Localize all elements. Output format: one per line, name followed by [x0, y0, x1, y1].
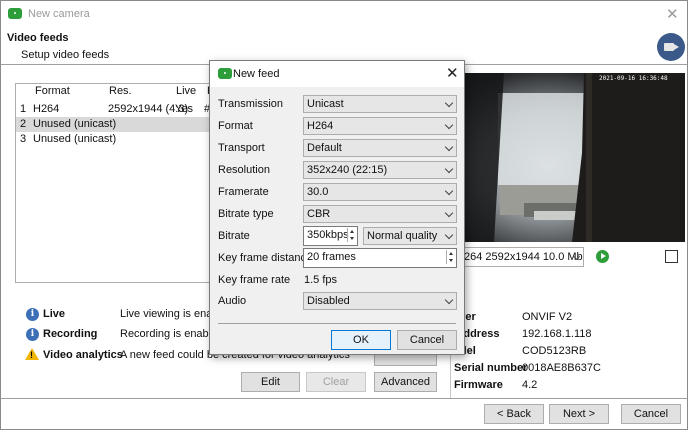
transmission-label: Transmission	[218, 98, 283, 110]
keyframe-distance-spinbox[interactable]: 20 frames	[303, 248, 457, 268]
framerate-label: Framerate	[218, 186, 269, 198]
chevron-down-icon	[444, 186, 454, 196]
keyframe-rate-value: 1.5 fps	[304, 274, 338, 286]
page-subtitle: Setup video feeds	[21, 49, 110, 61]
dialog-cancel-button[interactable]: Cancel	[397, 330, 457, 350]
audio-value: Disabled	[307, 295, 350, 307]
transport-select[interactable]: Default	[303, 139, 457, 157]
prop-value-firmware: 4.2	[522, 379, 538, 391]
status-live-label: Live	[43, 308, 66, 320]
cancel-button[interactable]: Cancel	[621, 404, 681, 424]
divider	[218, 323, 456, 324]
prop-value-model: COD5123RB	[522, 345, 587, 357]
keyframe-distance-label: Key frame distance	[218, 252, 313, 264]
column-header-format[interactable]: Format	[35, 85, 70, 97]
window-title: New camera	[28, 8, 90, 20]
bitrate-quality-select[interactable]: Normal quality	[363, 227, 457, 245]
new-feed-dialog: New feed ✕ Transmission Unicast Format H…	[209, 60, 465, 355]
chevron-down-icon	[444, 230, 454, 240]
next-button[interactable]: Next >	[549, 404, 609, 424]
preview-timestamp: 2021-09-16 16:36:48	[599, 75, 668, 82]
transmission-value: Unicast	[307, 98, 344, 110]
status-recording-text: Recording is enabled	[120, 328, 224, 340]
keyframe-rate-label: Key frame rate	[218, 274, 291, 286]
ok-button[interactable]: OK	[331, 330, 391, 350]
row-index: 2	[20, 118, 27, 130]
audio-select[interactable]: Disabled	[303, 292, 457, 310]
divider	[1, 398, 687, 399]
bitrate-quality-value: Normal quality	[367, 230, 438, 242]
fullscreen-icon[interactable]	[665, 250, 678, 263]
prop-label-firmware: Firmware	[454, 379, 503, 391]
close-icon[interactable]: ✕	[666, 5, 679, 23]
app-logo-icon	[218, 68, 232, 79]
column-header-live[interactable]: Live	[176, 85, 196, 97]
transport-value: Default	[307, 142, 342, 154]
bitrate-type-label: Bitrate type	[218, 208, 274, 220]
row-format: H264	[33, 103, 60, 115]
bitrate-type-select[interactable]: CBR	[303, 205, 457, 223]
transport-label: Transport	[218, 142, 265, 154]
close-icon[interactable]: ✕	[446, 64, 459, 82]
bitrate-label: Bitrate	[218, 230, 250, 242]
stream-dropdown[interactable]: 264 2592x1944 10.0 Mbps	[455, 247, 584, 267]
row-format: Unused (unicast)	[33, 118, 117, 130]
title-bar: New camera ✕	[1, 1, 687, 27]
row-format: Unused (unicast)	[33, 133, 117, 145]
resolution-select[interactable]: 352x240 (22:15)	[303, 161, 457, 179]
spinner-arrows-icon[interactable]	[446, 250, 455, 264]
framerate-value: 30.0	[307, 186, 329, 198]
bitrate-spinbox[interactable]: 350kbps	[303, 226, 358, 246]
camera-preview: 2021-09-16 16:36:48	[464, 73, 685, 242]
camera-icon	[657, 33, 685, 61]
warning-icon: !	[25, 348, 39, 360]
dialog-title: New feed	[233, 68, 280, 80]
clear-button[interactable]: Clear	[306, 372, 366, 392]
chevron-down-icon	[444, 120, 454, 130]
keyframe-distance-value: 20 frames	[307, 251, 356, 263]
chevron-down-icon	[444, 208, 454, 218]
chevron-down-icon	[444, 164, 454, 174]
framerate-select[interactable]: 30.0	[303, 183, 457, 201]
advanced-button[interactable]: Advanced	[374, 372, 437, 392]
status-analytics-label: Video analytics	[43, 349, 123, 361]
chevron-down-icon	[444, 295, 454, 305]
stream-value: 264 2592x1944 10.0 Mbps	[464, 251, 584, 263]
row-live: Yes	[175, 103, 193, 115]
row-index: 3	[20, 133, 27, 145]
dialog-title-bar: New feed ✕	[210, 61, 464, 87]
edit-button[interactable]: Edit	[241, 372, 300, 392]
resolution-label: Resolution	[218, 164, 270, 176]
bitrate-value: 350kbps	[307, 229, 349, 241]
info-icon: i	[26, 308, 39, 321]
status-recording-label: Recording	[43, 328, 98, 340]
prop-value-serial: 0018AE8B637C	[522, 362, 601, 374]
prop-value-driver: ONVIF V2	[522, 311, 573, 323]
chevron-down-icon	[444, 98, 454, 108]
play-icon[interactable]	[596, 250, 609, 263]
row-index: 1	[20, 103, 27, 115]
spinner-arrows-icon[interactable]	[347, 228, 356, 242]
column-header-res[interactable]: Res.	[109, 85, 132, 97]
back-button[interactable]: < Back	[484, 404, 544, 424]
audio-label: Audio	[218, 295, 247, 307]
prop-value-ip: 192.168.1.118	[522, 328, 592, 340]
app-logo-icon	[8, 8, 22, 19]
format-value: H264	[307, 120, 334, 132]
prop-label-serial: Serial number	[454, 362, 528, 374]
format-select[interactable]: H264	[303, 117, 457, 135]
page-title: Video feeds	[7, 32, 69, 44]
camera-preview-image	[464, 73, 685, 242]
bitrate-type-value: CBR	[307, 208, 331, 220]
resolution-value: 352x240 (22:15)	[307, 164, 388, 176]
chevron-down-icon	[444, 142, 454, 152]
transmission-select[interactable]: Unicast	[303, 95, 457, 113]
format-label: Format	[218, 120, 253, 132]
info-icon: i	[26, 328, 39, 341]
